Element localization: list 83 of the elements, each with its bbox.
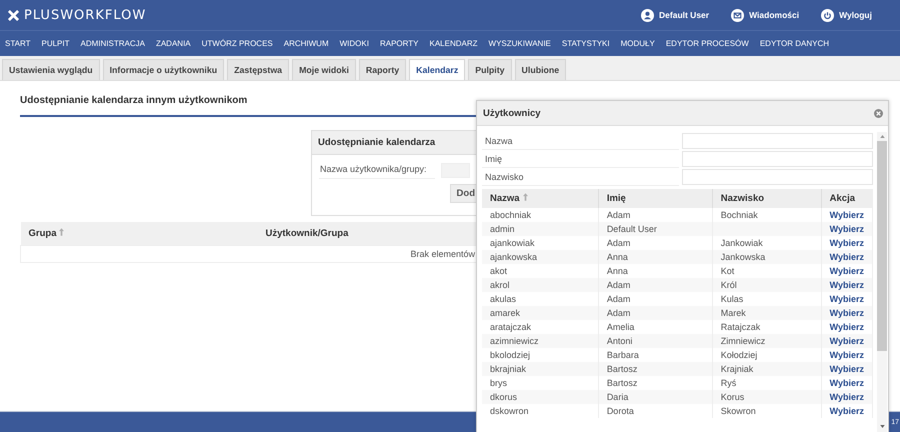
filter-field[interactable] [682,133,873,149]
empty-message: Brak elementów [410,249,475,259]
scrollbar[interactable] [877,132,887,432]
table-cell: Default User [598,222,712,236]
select-link[interactable]: Wybierz [830,322,864,332]
table-cell: Król [712,278,822,292]
menu-item[interactable]: EDYTOR DANYCH [756,39,834,48]
filter-label: Nazwisko [482,168,679,186]
mail-icon [731,8,744,22]
table-cell: Zimniewicz [712,334,822,348]
menu-item[interactable]: KALENDARZ [426,39,483,48]
close-icon[interactable] [874,108,883,118]
menu-item[interactable]: STATYSTYKI [558,39,615,48]
page-title: Udostępnianie kalendarza innym użytkownikom [20,95,476,117]
tab[interactable]: Kalendarz [409,59,466,80]
column-header[interactable]: Użytkownik/Grupa [258,222,476,246]
table-cell: Jankowska [712,250,822,264]
column-header[interactable]: Nazwisko [712,189,822,208]
column-header[interactable]: Grupa [20,222,258,246]
tab[interactable]: Informacje o użytkowniku [102,59,224,80]
tab[interactable]: Zastępstwa [227,59,290,80]
table-cell: dskowron [482,404,598,418]
filter-field[interactable] [682,169,873,185]
select-link[interactable]: Wybierz [830,406,864,416]
table-cell: akrol [482,278,598,292]
tab[interactable]: Raporty [358,59,406,80]
table-cell: Adam [598,278,712,292]
column-header[interactable]: Nazwa [482,189,598,208]
logo-text: PLUSWORKFLOW [24,8,146,22]
table-cell: Bartosz [598,362,712,376]
table-cell: Marek [712,306,822,320]
menu-item[interactable]: WYSZUKIWANIE [484,39,556,48]
menu-item[interactable]: ZADANIA [152,39,196,48]
tab[interactable]: Moje widoki [292,59,356,80]
dialog-title: Użytkownicy [483,108,541,118]
table-cell: Antoni [598,334,712,348]
filter-label: Nazwa [482,132,679,150]
select-link[interactable]: Wybierz [830,378,864,388]
user-icon [641,8,654,22]
scroll-up-icon[interactable] [880,135,884,138]
table-cell: Adam [598,306,712,320]
add-button[interactable]: Dod [450,184,476,203]
menu-item[interactable]: ARCHIWUM [280,39,334,48]
header-link[interactable]: Wyloguj [821,8,872,22]
logo-icon [8,10,19,20]
menu-item[interactable]: START [1,39,36,48]
table-cell: Krajniak [712,362,822,376]
menu-item[interactable]: PULPIT [37,39,74,48]
column-header[interactable]: Akcja [821,189,872,208]
select-link[interactable]: Wybierz [830,238,864,248]
column-header[interactable]: Imię [598,189,712,208]
table-cell: bkrajniak [482,362,598,376]
menu-item[interactable]: RAPORTY [376,39,424,48]
select-link[interactable]: Wybierz [830,294,864,304]
table-cell: Korus [712,390,822,404]
tab[interactable]: Ulubione [514,59,566,80]
menu-item[interactable]: EDYTOR PROCESÓW [662,39,754,48]
table-cell: Skowron [712,404,822,418]
power-icon [821,8,834,22]
panel-title: Udostępnianie kalendarza [312,131,476,155]
table-cell: dkorus [482,390,598,404]
table-cell: amarek [482,306,598,320]
menu-item[interactable]: ADMINISTRACJA [76,39,150,48]
tab[interactable]: Pulpity [468,59,512,80]
menu-item[interactable]: UTWÓRZ PROCES [198,39,278,48]
tab[interactable]: Ustawienia wyglądu [2,59,100,80]
select-link[interactable]: Wybierz [830,210,864,220]
table-cell: Anna [598,250,712,264]
table-cell: azimniewicz [482,334,598,348]
select-link[interactable]: Wybierz [830,266,864,276]
filter-label: Imię [482,150,679,168]
table-cell: Dorota [598,404,712,418]
menu-item[interactable]: WIDOKI [336,39,374,48]
table-cell: admin [482,222,598,236]
table-cell: ajankowska [482,250,598,264]
select-link[interactable]: Wybierz [830,350,864,360]
field-label: Nazwa użytkownika/grupy: [319,161,435,179]
menu-item[interactable]: MODUŁY [616,39,660,48]
header-link[interactable]: Default User [641,8,710,22]
filter-field[interactable] [682,151,873,167]
scroll-down-icon[interactable] [880,425,884,428]
header-link[interactable]: Wiadomości [731,8,800,22]
table-cell: Daria [598,390,712,404]
